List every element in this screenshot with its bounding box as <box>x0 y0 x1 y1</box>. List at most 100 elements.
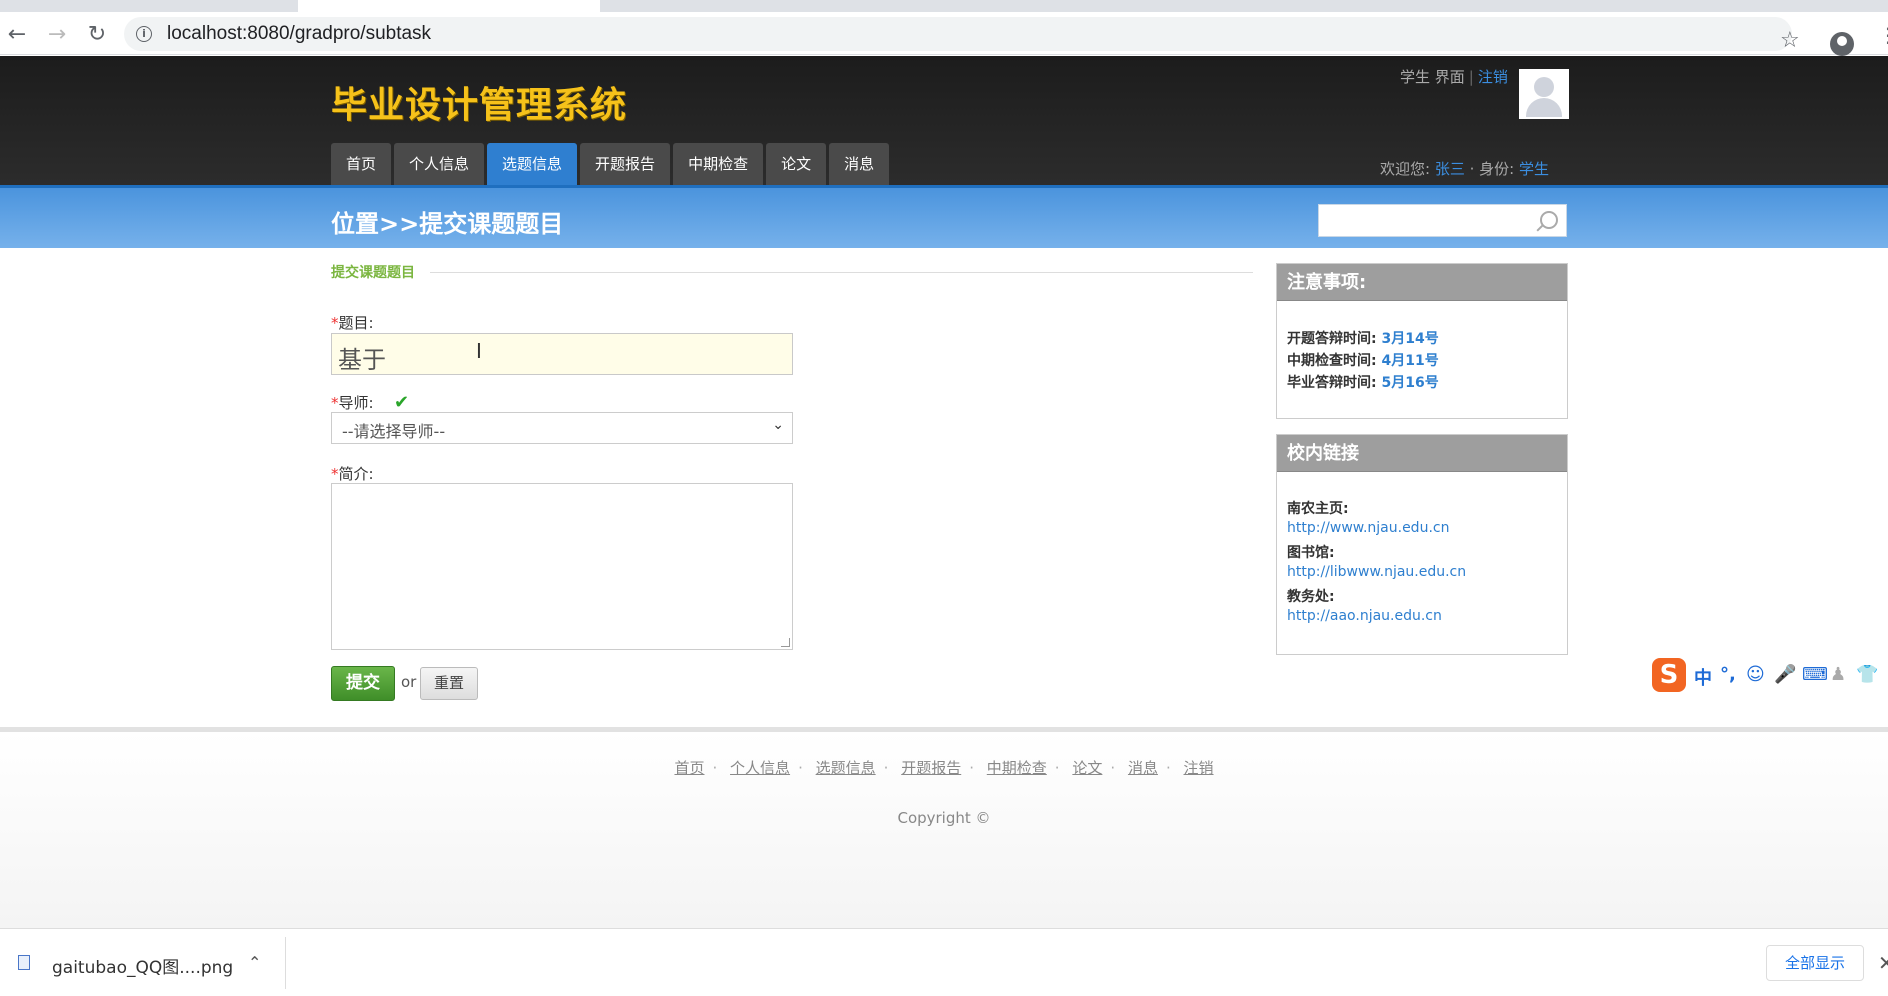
nav-item-topic[interactable]: 选题信息 <box>487 143 578 185</box>
notice-label: 毕业答辩时间: <box>1287 375 1377 391</box>
notice-box: 注意事项: 开题答辩时间: 3月14号 中期检查时间: 4月11号 毕业答辩时间… <box>1276 263 1568 419</box>
footer-link-logout[interactable]: 注销 <box>1184 759 1214 777</box>
footer-link-profile[interactable]: 个人信息 <box>730 759 790 777</box>
footer-link-topic[interactable]: 选题信息 <box>816 759 876 777</box>
emoji-icon[interactable]: ☺ <box>1746 664 1765 685</box>
footer-link-home[interactable]: 首页 <box>674 759 704 777</box>
file-icon <box>18 955 30 970</box>
link-njau-home[interactable]: http://www.njau.edu.cn <box>1287 520 1449 536</box>
notice-value: 5月16号 <box>1381 375 1439 391</box>
address-bar[interactable]: i localhost:8080/gradpro/subtask <box>124 17 1792 51</box>
link-label: 南农主页: <box>1287 501 1349 517</box>
link-library[interactable]: http://libwww.njau.edu.cn <box>1287 564 1466 580</box>
user-icon[interactable]: ♟ <box>1830 664 1846 685</box>
microphone-icon[interactable]: 🎤 <box>1774 664 1796 685</box>
welcome-text: 欢迎您: 张三 · 身份: 学生 <box>1380 158 1549 179</box>
nav-item-home[interactable]: 首页 <box>331 143 392 185</box>
location-band: 位置>>提交课题题目 <box>0 185 1888 248</box>
search-icon[interactable] <box>1540 211 1558 229</box>
required-mark: * <box>331 394 339 412</box>
user-area: 学生 界面 | 注销 <box>1400 68 1508 86</box>
identity-label: · 身份: <box>1469 160 1515 178</box>
title-input[interactable]: 基于 <box>331 333 793 375</box>
intro-label-text: 简介: <box>338 465 374 483</box>
copyright: Copyright © <box>897 809 991 827</box>
title-label: *题目: <box>331 312 374 333</box>
chevron-up-icon[interactable]: ⌃ <box>248 953 261 972</box>
advisor-label-text: 导师: <box>338 394 374 412</box>
divider <box>285 937 286 989</box>
punctuation-icon[interactable]: °, <box>1720 664 1736 685</box>
ime-language[interactable]: 中 <box>1694 664 1712 690</box>
notice-title: 注意事项: <box>1277 264 1567 301</box>
main-nav: 首页 个人信息 选题信息 开题报告 中期检查 论文 消息 <box>331 143 892 185</box>
footer-link-thesis[interactable]: 论文 <box>1072 759 1102 777</box>
reset-button[interactable]: 重置 <box>420 667 478 700</box>
advisor-label: *导师: <box>331 392 374 413</box>
skin-icon[interactable]: 👕 <box>1856 664 1878 685</box>
link-label: 教务处: <box>1287 589 1335 605</box>
browser-tabstrip <box>0 0 1888 12</box>
text-cursor-icon: I <box>476 339 482 363</box>
link-academic-affairs[interactable]: http://aao.njau.edu.cn <box>1287 608 1442 624</box>
nav-item-midterm[interactable]: 中期检查 <box>673 143 764 185</box>
advisor-selected-value: --请选择导师-- <box>342 422 446 441</box>
menu-icon[interactable]: ⋮ <box>1878 25 1888 54</box>
reload-icon[interactable]: ↻ <box>84 22 110 48</box>
notice-label: 开题答辩时间: <box>1287 331 1377 347</box>
notice-label: 中期检查时间: <box>1287 353 1377 369</box>
logout-link[interactable]: 注销 <box>1478 68 1508 86</box>
footer-link-messages[interactable]: 消息 <box>1128 759 1158 777</box>
form-section-title: 提交课题题目 <box>331 265 415 281</box>
checkmark-icon: ✔ <box>394 392 410 413</box>
close-icon[interactable]: ✕ <box>1878 951 1888 975</box>
campus-links-box: 校内链接 南农主页: http://www.njau.edu.cn 图书馆: h… <box>1276 434 1568 655</box>
notice-value: 3月14号 <box>1381 331 1439 347</box>
link-label: 图书馆: <box>1287 545 1335 561</box>
forward-icon[interactable]: → <box>44 22 70 48</box>
site-header: 毕业设计管理系统 学生 界面 | 注销 欢迎您: 张三 · 身份: 学生 首页 个人… <box>0 56 1888 185</box>
required-mark: * <box>331 465 339 483</box>
footer-links: 首页 · 个人信息 · 选题信息 · 开题报告 · 中期检查 · 论文 · 消息 · 注销 <box>674 759 1214 777</box>
info-icon[interactable]: i <box>136 26 152 42</box>
search-input[interactable] <box>1318 204 1567 237</box>
submit-button[interactable]: 提交 <box>331 666 395 701</box>
profile-icon[interactable] <box>1830 32 1854 56</box>
download-bar: gaitubao_QQ图....png ⌃ 全部显示 ✕ <box>0 928 1888 996</box>
welcome-label: 欢迎您: <box>1380 160 1431 178</box>
nav-item-thesis[interactable]: 论文 <box>766 143 827 185</box>
required-mark: * <box>331 314 339 332</box>
notice-value: 4月11号 <box>1381 353 1439 369</box>
section-divider <box>430 272 1253 273</box>
show-all-button[interactable]: 全部显示 <box>1766 945 1864 981</box>
footer-link-proposal[interactable]: 开题报告 <box>901 759 961 777</box>
footer-link-midterm[interactable]: 中期检查 <box>987 759 1047 777</box>
advisor-select[interactable]: --请选择导师-- ⌄ <box>331 412 793 444</box>
notice-row: 毕业答辩时间: 5月16号 <box>1287 372 1439 392</box>
intro-textarea[interactable] <box>331 483 793 650</box>
keyboard-icon[interactable]: ⌨ <box>1802 664 1828 685</box>
download-file-name[interactable]: gaitubao_QQ图....png <box>52 953 233 978</box>
site-logo: 毕业设计管理系统 <box>331 85 628 126</box>
nav-item-messages[interactable]: 消息 <box>829 143 890 185</box>
browser-toolbar: ← → ↻ i localhost:8080/gradpro/subtask ☆… <box>0 12 1888 56</box>
user-name-link[interactable]: 张三 <box>1435 160 1465 178</box>
avatar[interactable] <box>1519 69 1569 119</box>
ime-toolbar: S 中 °, ☺ 🎤 ⌨ ♟ 👕 <box>1652 658 1888 694</box>
site-footer: 首页 · 个人信息 · 选题信息 · 开题报告 · 中期检查 · 论文 · 消息 · 注销 C… <box>0 732 1888 928</box>
nav-item-profile[interactable]: 个人信息 <box>394 143 485 185</box>
browser-tab-active[interactable] <box>298 0 600 12</box>
intro-label: *简介: <box>331 463 374 484</box>
or-text: or <box>401 673 417 691</box>
user-role: 学生 界面 <box>1400 68 1465 86</box>
notice-row: 开题答辩时间: 3月14号 <box>1287 328 1439 348</box>
notice-row: 中期检查时间: 4月11号 <box>1287 350 1439 370</box>
star-icon[interactable]: ☆ <box>1780 28 1800 53</box>
sogou-ime-icon[interactable]: S <box>1652 658 1686 692</box>
nav-item-proposal[interactable]: 开题报告 <box>580 143 671 185</box>
chevron-down-icon: ⌄ <box>772 417 784 433</box>
url-text: localhost:8080/gradpro/subtask <box>167 23 432 44</box>
back-icon[interactable]: ← <box>4 22 30 48</box>
title-label-text: 题目: <box>338 314 374 332</box>
identity-value: 学生 <box>1519 160 1550 178</box>
